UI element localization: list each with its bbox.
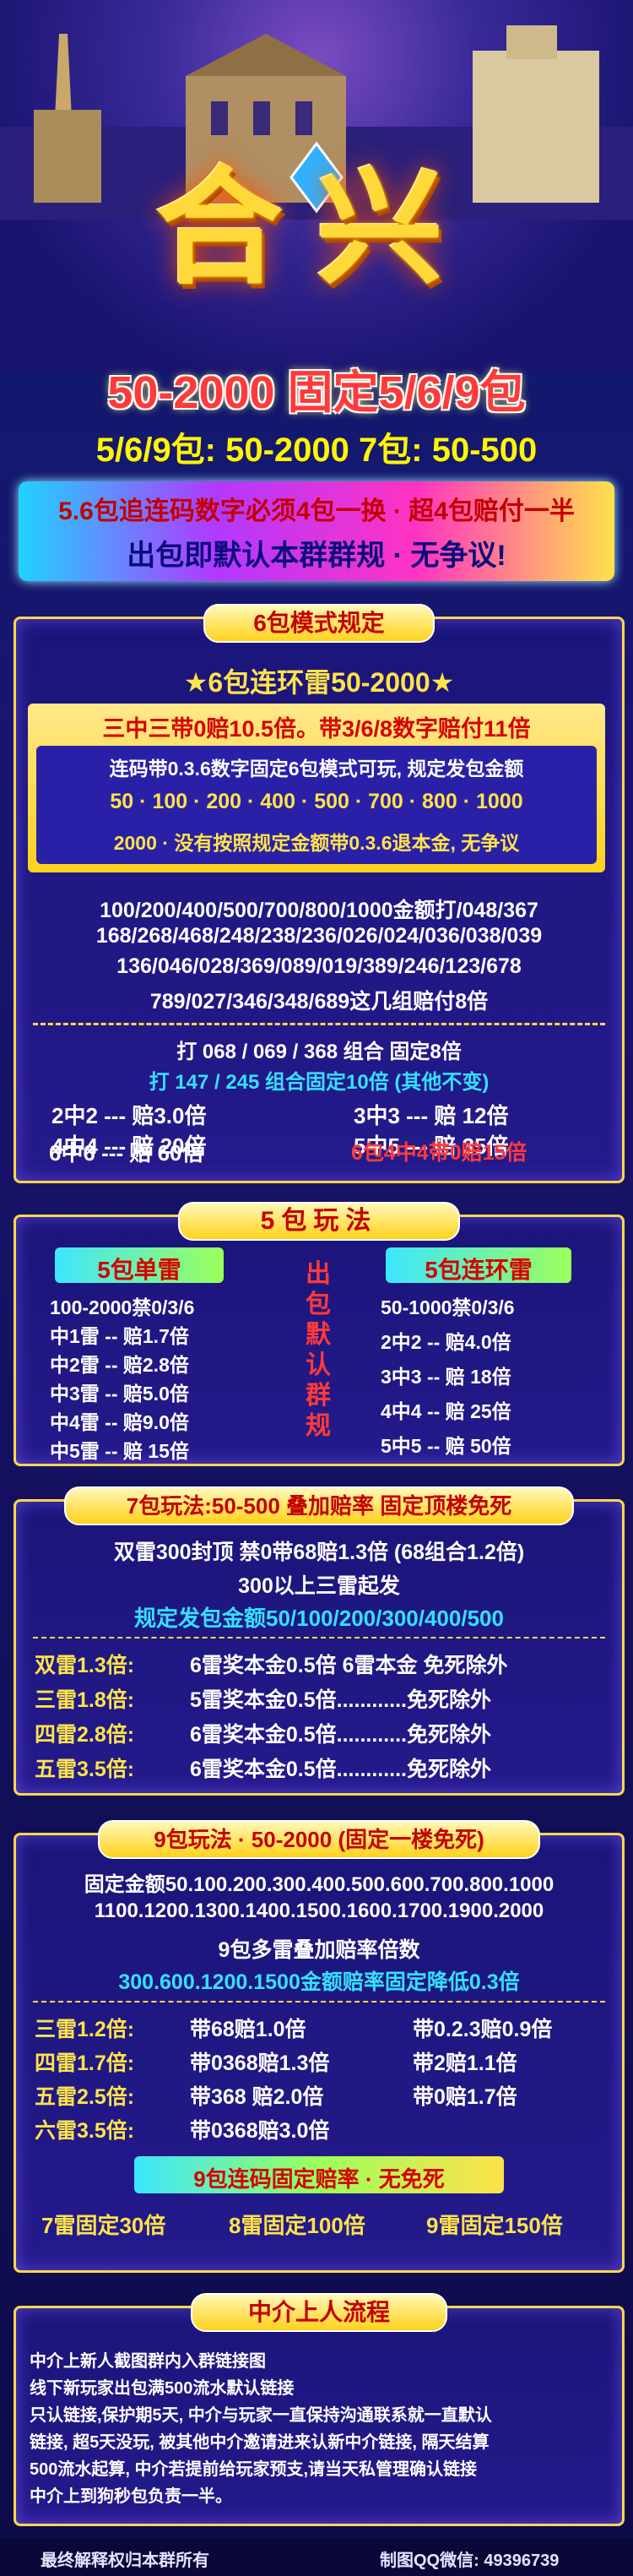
five-pack-title: 5包玩法: [178, 1202, 460, 1241]
nine-row-2-a: 四雷1.7倍:: [35, 2052, 135, 2075]
five-left-line-4: 中3雷 -- 赔5.0倍: [50, 1383, 189, 1405]
six-pack-white-line-1: 连码带0.3.6数字固定6包模式可玩, 规定发包金额: [109, 758, 524, 780]
nine-pack-title: 9包玩法 · 50-2000 (固定一楼免死): [98, 1820, 540, 1859]
vertical-char: 出: [306, 1260, 331, 1288]
divider-dashed: [33, 1023, 605, 1025]
nine-multi: 9包多雷叠加赔率倍数: [218, 1938, 420, 1962]
five-right-title-box: 5包连环雷: [386, 1247, 571, 1283]
agent-line-1: 中介上新人截图群内入群链接图: [30, 2352, 266, 2371]
nine-row-3-c: 带0赔1.7倍: [413, 2085, 517, 2109]
six-pack-yellow-box: 三中三带0赔10.5倍。带3/6/8数字赔付11倍 连码带0.3.6数字固定6包…: [28, 704, 605, 872]
odds-right-1: 3中3 --- 赔 12倍: [354, 1103, 509, 1128]
nine-reduce: 300.600.1200.1500金额赔率固定降低0.3倍: [118, 1970, 520, 1994]
seven-line-3: 规定发包金额50/100/200/300/400/500: [134, 1606, 504, 1631]
seven-row-3-b: 6雷奖本金0.5倍............免死除外: [190, 1723, 492, 1747]
banner-line-1: 5.6包追连码数字必须4包一换 · 超4包赔付一半: [58, 497, 575, 525]
five-center-vertical: 出 包 默 认 群 规: [298, 1259, 338, 1442]
five-left-title-box: 5包单雷: [55, 1247, 224, 1283]
five-right-line-1: 50-1000禁0/3/6: [381, 1296, 515, 1318]
five-left-title: 5包单雷: [97, 1257, 181, 1283]
hero-title: 合兴: [155, 154, 477, 302]
vertical-char: 群: [306, 1382, 331, 1410]
agent-line-5: 500流水起算, 中介若提前给玩家预支,请当天私管理确认链接: [30, 2460, 478, 2479]
nine-amount-1: 固定金额50.100.200.300.400.500.600.700.800.1…: [84, 1873, 555, 1896]
agent-panel: 中介上人流程 中介上新人截图群内入群链接图 线下新玩家出包满500流水默认链接 …: [14, 2293, 625, 2526]
fixed-10-line: 打 147 / 245 组合固定10倍 (其他不变): [149, 1071, 490, 1094]
nine-fixed-3: 9雷固定150倍: [426, 2213, 563, 2238]
six-pack-subtitle: ★6包连环雷50-2000★: [183, 667, 455, 698]
hero-banner: 合兴: [0, 0, 633, 372]
footer-left: 最终解释权归本群所有: [41, 2552, 209, 2570]
combo-line-4: 789/027/346/348/689这几组赔付8倍: [149, 990, 489, 1014]
agent-line-2: 线下新玩家出包满500流水默认链接: [30, 2379, 295, 2398]
six-pack-blue-box: 连码带0.3.6数字固定6包模式可玩, 规定发包金额 50 · 100 · 20…: [36, 746, 597, 864]
seven-line-2: 300以上三雷起发: [238, 1574, 400, 1598]
seven-row-2-a: 三雷1.8倍:: [35, 1688, 135, 1712]
five-left-line-6: 中5雷 -- 赔 15倍: [50, 1440, 189, 1462]
nine-fixed-title: 9包连码固定赔率 · 无免死: [193, 2166, 445, 2192]
rule-banner: 5.6包追连码数字必须4包一换 · 超4包赔付一半 出包即默认本群群规 · 无争…: [19, 481, 614, 581]
vertical-char: 包: [306, 1291, 331, 1318]
nine-fixed-1: 7雷固定30倍: [41, 2213, 166, 2238]
nine-row-2-c: 带2赔1.1倍: [413, 2052, 517, 2075]
odds-left-1: 2中2 --- 赔3.0倍: [51, 1103, 207, 1128]
five-left-line-5: 中4雷 -- 赔9.0倍: [50, 1411, 189, 1433]
nine-row-1-c: 带0.2.3赔0.9倍: [413, 2018, 553, 2041]
vertical-char: 认: [306, 1351, 331, 1379]
agent-line-4: 链接, 超5天没玩, 被其他中介邀请进来认新中介链接, 隔天结算: [30, 2433, 490, 2452]
nine-row-1-b: 带68赔1.0倍: [190, 2018, 306, 2041]
nine-row-4-b: 带0368赔3.0倍: [190, 2119, 330, 2143]
six-pack-title: 6包模式规定: [203, 604, 435, 643]
five-right-line-5: 5中5 -- 赔 50倍: [381, 1435, 511, 1457]
five-left-line-1: 100-2000禁0/3/6: [50, 1296, 195, 1318]
six-pack-white-line-2: 50 · 100 · 200 · 400 · 500 · 700 · 800 ·…: [110, 790, 523, 813]
five-pack-panel: 5包玩法 5包单雷 5包连环雷 100-2000禁0/3/6 中1雷 -- 赔1…: [14, 1202, 625, 1466]
six-pack-yellow-line: 三中三带0赔10.5倍。带3/6/8数字赔付11倍: [102, 716, 531, 742]
five-left-line-3: 中2雷 -- 赔2.8倍: [50, 1354, 189, 1376]
combo-line-3: 136/046/028/369/089/019/389/246/123/678: [116, 954, 522, 978]
nine-pack-panel: 9包玩法 · 50-2000 (固定一楼免死) 固定金额50.100.200.3…: [14, 1820, 625, 2273]
vertical-char: 默: [306, 1321, 331, 1349]
combo-line-1: 100/200/400/500/700/800/1000金额打/048/367: [100, 899, 538, 922]
seven-pack-title: 7包玩法:50-500 叠加赔率 固定顶楼免死: [64, 1486, 574, 1525]
nine-row-2-b: 带0368赔1.3倍: [190, 2052, 330, 2075]
nine-divider: [33, 2001, 605, 2003]
seven-row-3-a: 四雷2.8倍:: [35, 1723, 135, 1747]
six-pack-panel: 6包模式规定 ★6包连环雷50-2000★ 三中三带0赔10.5倍。带3/6/8…: [14, 604, 625, 1183]
nine-row-4-a: 六雷3.5倍:: [35, 2119, 135, 2143]
combo-line-2: 168/268/468/248/238/236/026/024/036/038/…: [95, 924, 543, 948]
seven-divider: [33, 1637, 605, 1639]
vertical-char: 规: [306, 1412, 331, 1440]
seven-row-1-b: 6雷奖本金0.5倍 6雷本金 免死除外: [190, 1654, 508, 1677]
footer-right: 制图QQ微信: 49396739: [380, 2552, 560, 2570]
seven-row-2-b: 5雷奖本金0.5倍............免死除外: [190, 1688, 492, 1712]
seven-row-1-a: 双雷1.3倍:: [35, 1654, 135, 1677]
nine-row-1-a: 三雷1.2倍:: [35, 2018, 135, 2041]
subheadline: 5/6/9包: 50-2000 7包: 50-500: [95, 432, 538, 469]
headline: 50-2000 固定5/6/9包: [107, 367, 526, 418]
banner-line-2: 出包即默认本群群规 · 无争议!: [127, 540, 506, 572]
five-left-line-2: 中1雷 -- 赔1.7倍: [50, 1325, 189, 1347]
nine-amount-2: 1100.1200.1300.1400.1500.1600.1700.1900.…: [94, 1899, 544, 1922]
agent-title: 中介上人流程: [191, 2293, 447, 2332]
agent-line-3: 只认链接,保护期5天, 中介与玩家一直保持沟通联系就一直默认: [30, 2406, 492, 2425]
seven-row-4-b: 6雷奖本金0.5倍............免死除外: [190, 1758, 492, 1781]
fixed-8-line: 打 068 / 069 / 368 组合 固定8倍: [176, 1041, 462, 1063]
agent-line-6: 中介上到狗秒包负责一半。: [30, 2487, 232, 2506]
five-right-line-3: 3中3 -- 赔 18倍: [381, 1366, 511, 1388]
nine-fixed-2: 8雷固定100倍: [229, 2213, 365, 2238]
footer: 最终解释权归本群所有 制图QQ微信: 49396739: [0, 2538, 633, 2576]
five-right-line-4: 4中4 -- 赔 25倍: [381, 1400, 511, 1422]
odds-left-3-visible: 6中6 --- 赔 60倍: [49, 1140, 204, 1166]
nine-row-3-b: 带368 赔2.0倍: [190, 2085, 324, 2109]
nine-row-3-a: 五雷2.5倍:: [35, 2085, 135, 2109]
five-right-title: 5包连环雷: [425, 1257, 533, 1283]
six-pack-white-line-3: 2000 · 没有按照规定金额带0.3.6退本金, 无争议: [113, 832, 520, 854]
seven-pack-panel: 7包玩法:50-500 叠加赔率 固定顶楼免死 双雷300封顶 禁0带68赔1.…: [14, 1486, 625, 1796]
nine-fixed-title-box: 9包连码固定赔率 · 无免死: [134, 2156, 504, 2193]
odds-right-3-visible: 6包4中4带0赔15倍: [351, 1141, 528, 1165]
seven-row-4-a: 五雷3.5倍:: [35, 1758, 135, 1781]
seven-line-1: 双雷300封顶 禁0带68赔1.3倍 (68组合1.2倍): [113, 1541, 525, 1564]
five-right-line-2: 2中2 -- 赔4.0倍: [381, 1331, 511, 1353]
